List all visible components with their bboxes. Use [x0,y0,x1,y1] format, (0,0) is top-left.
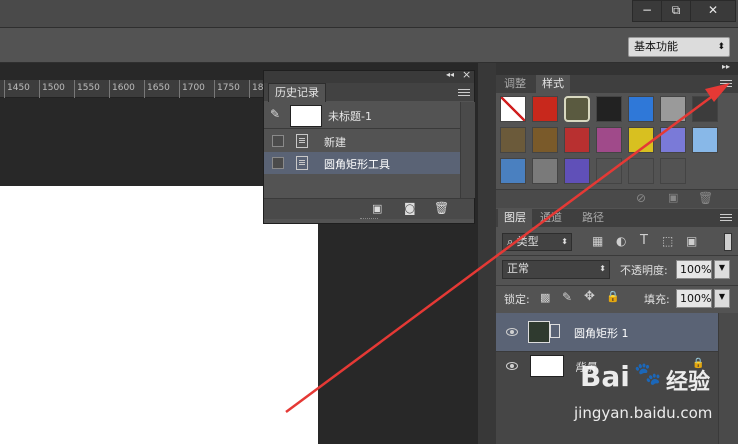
baidu-watermark: Bai 🐾 经验 jingyan.baidu.com [574,360,738,444]
watermark-brand: Bai [580,360,630,393]
watermark-brand-2: 经验 [666,370,711,395]
watermark-url: jingyan.baidu.com [574,404,713,422]
paw-icon: 🐾 [634,362,662,387]
